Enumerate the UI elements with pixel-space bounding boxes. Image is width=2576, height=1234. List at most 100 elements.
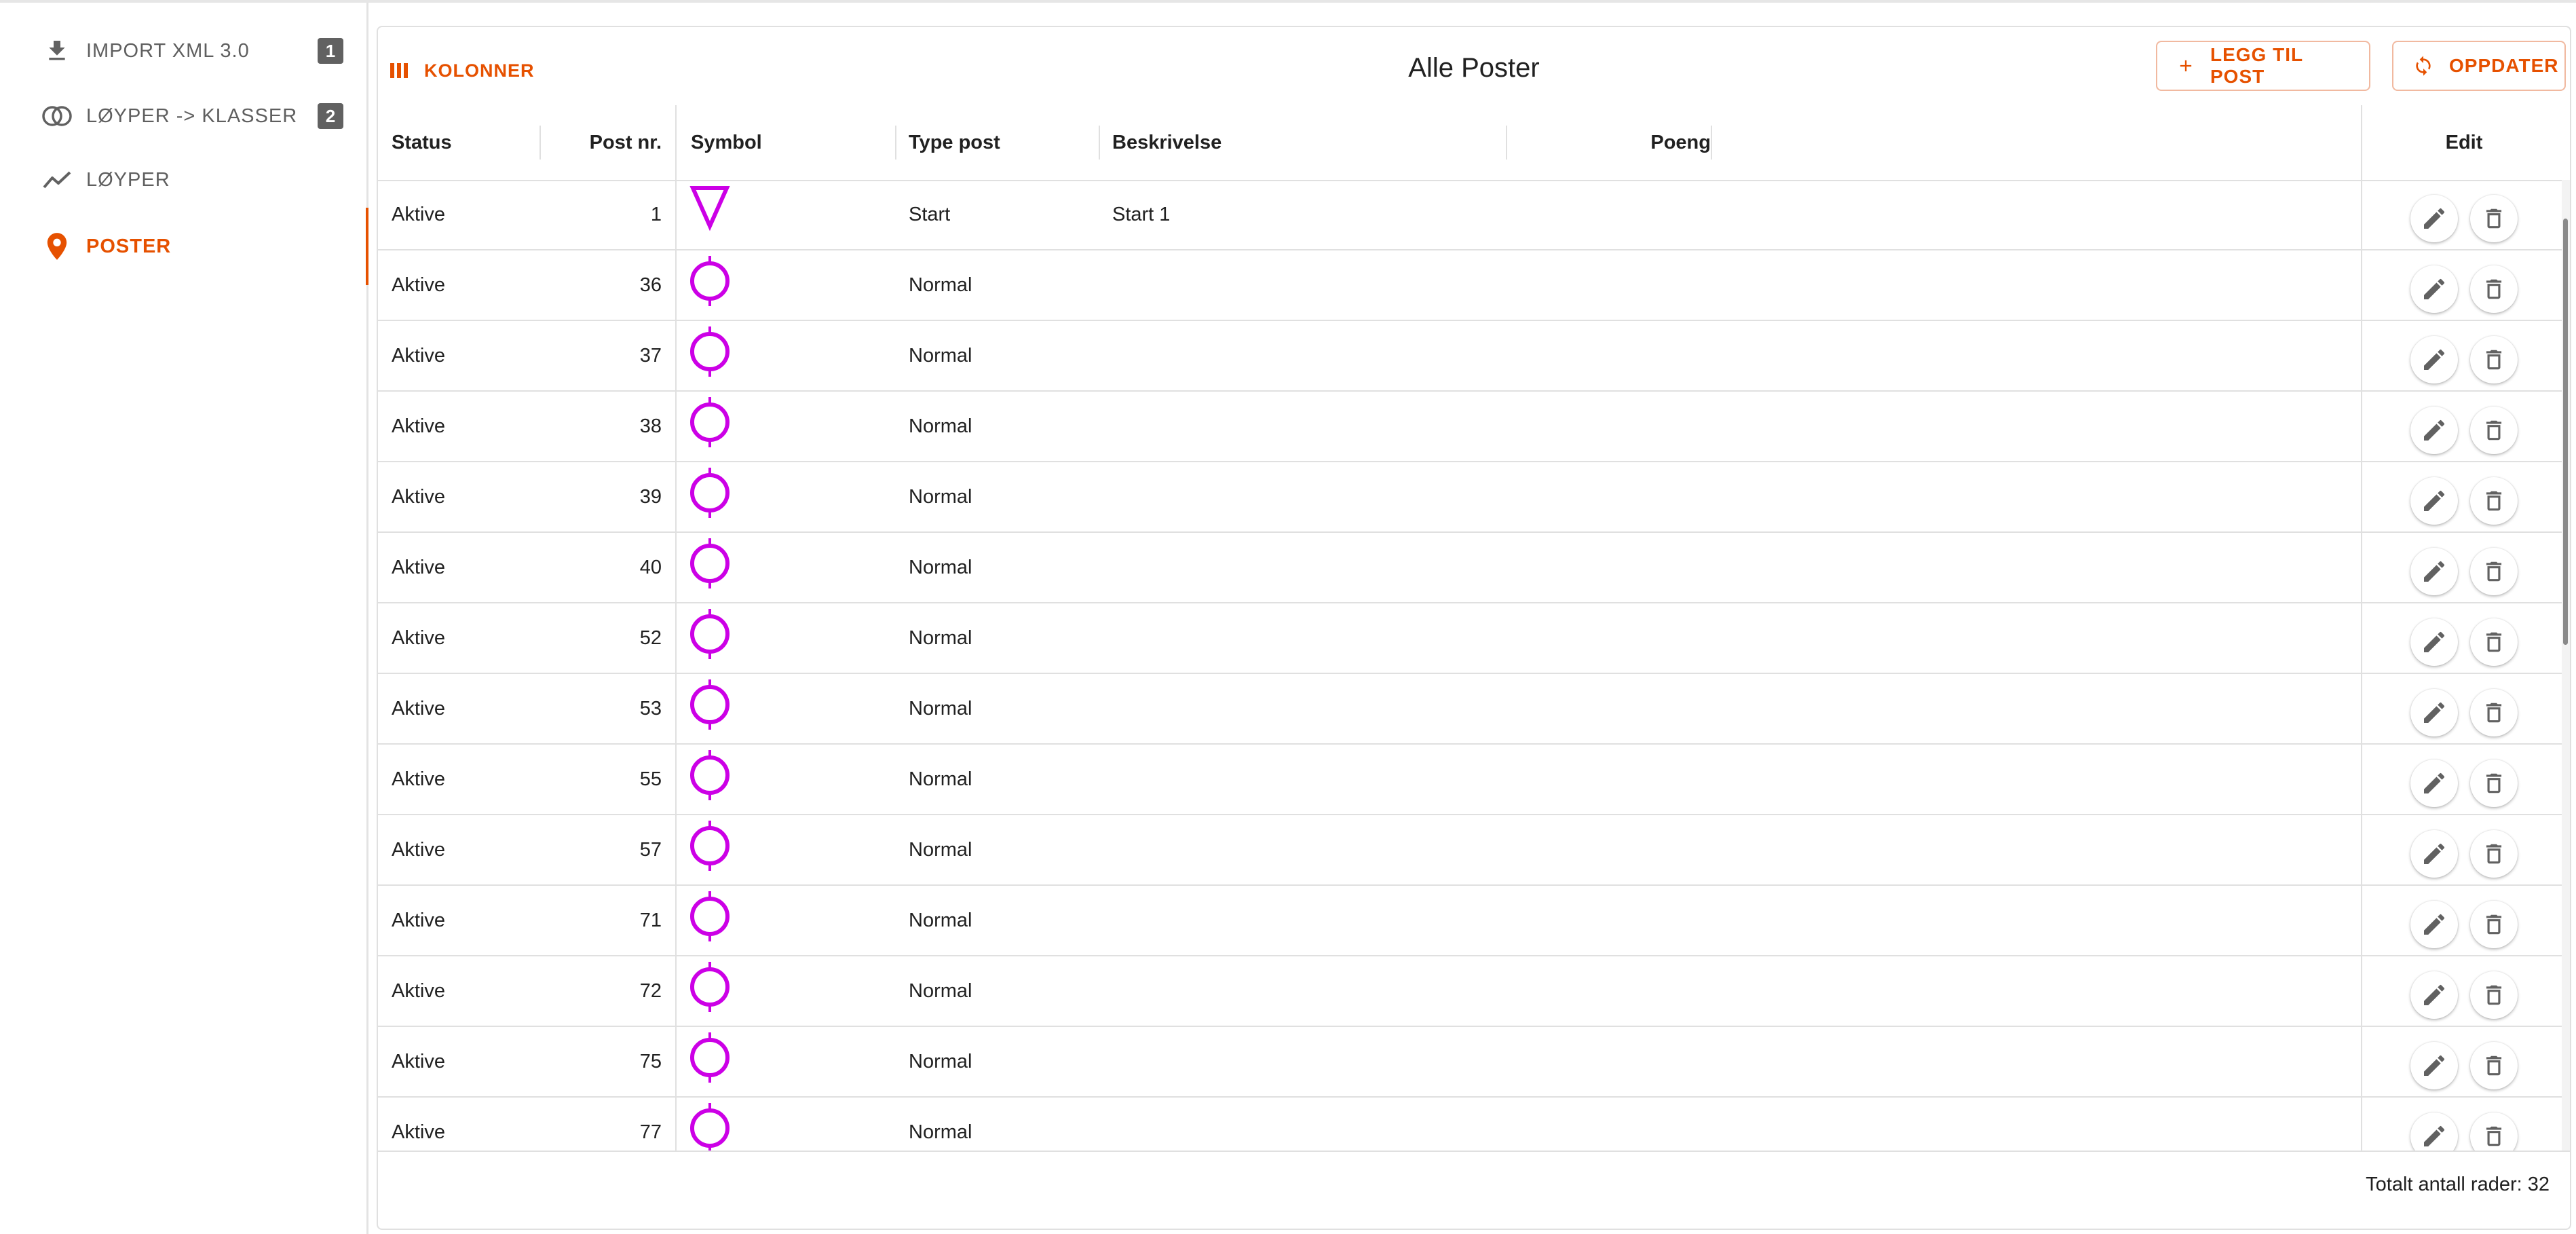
post-nr-cell: 57 — [639, 838, 662, 861]
points-cell — [1507, 603, 1711, 673]
type-cell: Normal — [909, 1121, 972, 1143]
type-cell: Normal — [909, 697, 972, 719]
description-cell — [1112, 745, 1492, 814]
table-row[interactable]: Aktive 39 Normal — [378, 462, 2562, 533]
edit-button[interactable] — [2410, 830, 2458, 878]
location-pin-icon — [38, 227, 76, 265]
pencil-icon — [2421, 770, 2448, 797]
sidebar-item-label: LØYPER — [86, 168, 170, 191]
post-nr-cell: 52 — [639, 627, 662, 649]
points-cell — [1507, 180, 1711, 249]
delete-button[interactable] — [2470, 971, 2518, 1019]
refresh-label: OPPDATER — [2449, 55, 2559, 76]
grid-toolbar: KOLONNER Alle Poster LEGG TIL POST OPPDA… — [378, 27, 2570, 105]
delete-button[interactable] — [2470, 830, 2518, 878]
table-row[interactable]: Aktive 37 Normal — [378, 321, 2562, 392]
edit-button[interactable] — [2410, 618, 2458, 666]
control-circle-icon — [689, 396, 731, 450]
edit-button[interactable] — [2410, 760, 2458, 807]
column-header-points[interactable]: Poeng — [1507, 105, 1711, 180]
edit-button[interactable] — [2410, 1042, 2458, 1089]
table-row[interactable]: Aktive 57 Normal — [378, 815, 2562, 886]
table-row[interactable]: Aktive 72 Normal — [378, 956, 2562, 1027]
post-nr-cell: 40 — [639, 556, 662, 578]
delete-button[interactable] — [2470, 1042, 2518, 1089]
description-cell — [1112, 321, 1492, 390]
control-circle-icon — [689, 1031, 731, 1085]
delete-button[interactable] — [2470, 689, 2518, 736]
edit-button[interactable] — [2410, 971, 2458, 1019]
add-post-button[interactable]: LEGG TIL POST — [2156, 41, 2370, 91]
pencil-icon — [2421, 558, 2448, 585]
delete-button[interactable] — [2470, 1113, 2518, 1151]
trash-icon — [2481, 770, 2507, 796]
points-cell — [1507, 1027, 1711, 1096]
delete-button[interactable] — [2470, 265, 2518, 313]
edit-button[interactable] — [2410, 265, 2458, 313]
edit-button[interactable] — [2410, 548, 2458, 595]
points-cell — [1507, 1098, 1711, 1151]
type-cell: Normal — [909, 485, 972, 508]
table-row[interactable]: Aktive 55 Normal — [378, 745, 2562, 815]
status-cell: Aktive — [392, 909, 445, 931]
column-header-edit: Edit — [2445, 131, 2483, 153]
sidebar-item-import-xml[interactable]: IMPORT XML 3.0 1 — [0, 20, 366, 81]
column-header-type[interactable]: Type post — [909, 105, 1099, 180]
delete-button[interactable] — [2470, 195, 2518, 242]
trash-icon — [2481, 700, 2507, 726]
table-row[interactable]: Aktive 75 Normal — [378, 1027, 2562, 1098]
column-separator[interactable] — [1711, 126, 1712, 160]
trash-icon — [2481, 912, 2507, 937]
description-cell — [1112, 674, 1492, 743]
description-cell — [1112, 250, 1492, 320]
pencil-icon — [2421, 911, 2448, 938]
table-row[interactable]: Aktive 40 Normal — [378, 533, 2562, 603]
status-cell: Aktive — [392, 697, 445, 719]
refresh-icon — [2412, 55, 2434, 77]
edit-button[interactable] — [2410, 689, 2458, 736]
edit-button[interactable] — [2410, 901, 2458, 948]
table-row[interactable]: Aktive 77 Normal — [378, 1098, 2562, 1151]
table-row[interactable]: Aktive 53 Normal — [378, 674, 2562, 745]
sidebar-item-loyper[interactable]: LØYPER — [0, 149, 366, 210]
type-cell: Normal — [909, 415, 972, 437]
column-header-post-nr[interactable]: Post nr. — [541, 105, 662, 180]
delete-button[interactable] — [2470, 477, 2518, 525]
delete-button[interactable] — [2470, 760, 2518, 807]
top-shadow — [0, 0, 2576, 3]
pencil-icon — [2421, 276, 2448, 303]
sidebar-item-loyper-klasser[interactable]: LØYPER -> KLASSER 2 — [0, 86, 366, 147]
column-separator[interactable] — [895, 126, 896, 160]
delete-button[interactable] — [2470, 618, 2518, 666]
edit-button[interactable] — [2410, 1113, 2458, 1151]
sidebar-item-poster[interactable]: POSTER — [0, 208, 368, 285]
delete-button[interactable] — [2470, 901, 2518, 948]
delete-button[interactable] — [2470, 548, 2518, 595]
columns-button[interactable]: KOLONNER — [390, 52, 535, 90]
delete-button[interactable] — [2470, 407, 2518, 454]
column-separator[interactable] — [1099, 126, 1100, 160]
column-header-symbol[interactable]: Symbol — [691, 105, 894, 180]
column-header-description[interactable]: Beskrivelse — [1112, 105, 1452, 180]
control-circle-icon — [689, 607, 731, 662]
post-nr-cell: 38 — [639, 415, 662, 437]
plus-icon — [2176, 56, 2195, 75]
column-header-status[interactable]: Status — [392, 105, 527, 180]
table-row[interactable]: Aktive 38 Normal — [378, 392, 2562, 462]
status-cell: Aktive — [392, 415, 445, 437]
delete-button[interactable] — [2470, 336, 2518, 384]
table-row[interactable]: Aktive 71 Normal — [378, 886, 2562, 956]
scrollbar-thumb[interactable] — [2563, 219, 2568, 645]
table-row[interactable]: Aktive 1 Start Start 1 — [378, 180, 2562, 250]
sidebar-item-label: IMPORT XML 3.0 — [86, 39, 250, 62]
edit-button[interactable] — [2410, 477, 2458, 525]
type-cell: Normal — [909, 1050, 972, 1072]
table-row[interactable]: Aktive 36 Normal — [378, 250, 2562, 321]
edit-button[interactable] — [2410, 407, 2458, 454]
table-row[interactable]: Aktive 52 Normal — [378, 603, 2562, 674]
refresh-button[interactable]: OPPDATER — [2392, 41, 2566, 91]
edit-button[interactable] — [2410, 336, 2458, 384]
edit-button[interactable] — [2410, 195, 2458, 242]
status-cell: Aktive — [392, 627, 445, 649]
points-cell — [1507, 886, 1711, 955]
